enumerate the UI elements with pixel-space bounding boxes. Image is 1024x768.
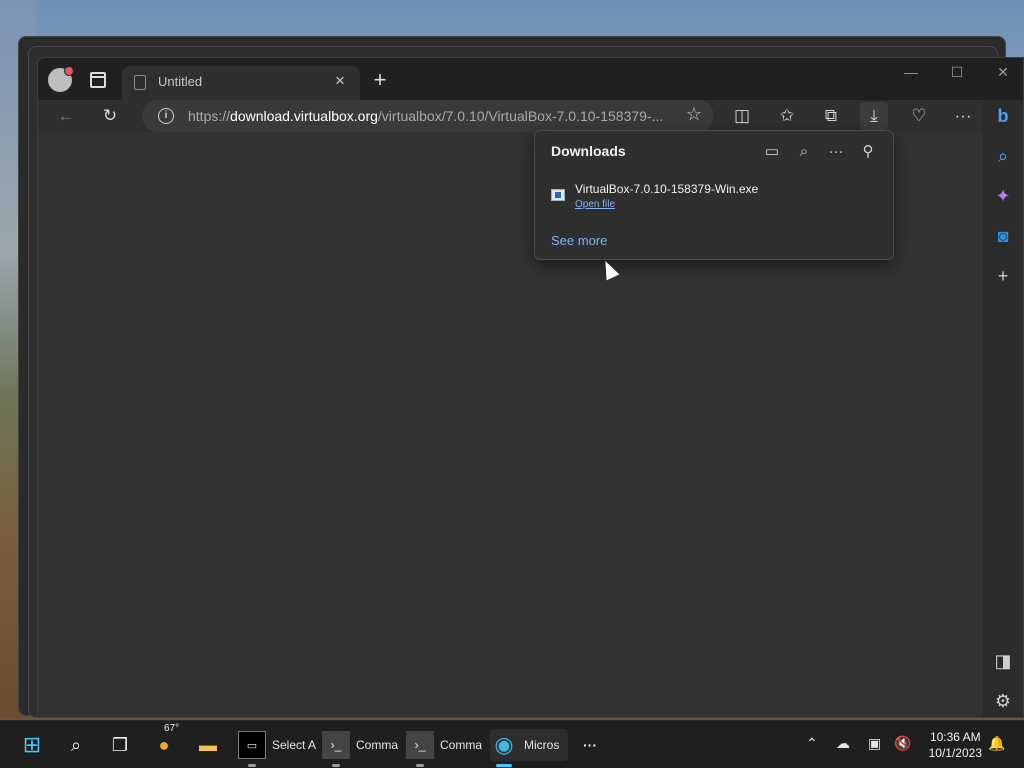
close-window-button[interactable]: ✕ — [988, 64, 1018, 81]
add-icon[interactable]: + — [987, 260, 1019, 292]
taskbar-app-command-2[interactable]: ›_ Comma — [406, 729, 483, 767]
tab-title: Untitled — [158, 74, 203, 89]
edge-icon: ◉ — [494, 732, 514, 757]
terminal-icon: ▭ — [238, 731, 266, 759]
taskbar-search-button[interactable]: ⌕ — [62, 729, 90, 761]
settings-icon[interactable]: ⚙ — [987, 685, 1019, 717]
outlook-icon[interactable]: ◙ — [987, 220, 1019, 252]
maximize-button[interactable]: ☐ — [942, 64, 972, 81]
back-icon[interactable]: ← — [52, 102, 80, 130]
task-view-button[interactable]: ❐ — [106, 729, 134, 761]
address-bar[interactable]: i https://download.virtualbox.org/virtua… — [142, 100, 714, 132]
page-icon — [134, 75, 146, 90]
refresh-icon[interactable]: ↻ — [96, 102, 124, 130]
minimize-button[interactable]: — — [896, 64, 926, 80]
url-host: download.virtualbox.org — [230, 108, 378, 124]
profile-avatar[interactable] — [48, 66, 74, 92]
downloads-title: Downloads — [551, 143, 626, 159]
taskbar-app-command-1[interactable]: ›_ Comma — [322, 729, 399, 767]
clock-time: 10:36 AM — [929, 730, 981, 744]
taskbar-app-label: Select A — [272, 738, 317, 752]
search-icon: ⌕ — [70, 734, 82, 755]
taskbar-app-select-a[interactable]: ▭ Select A — [238, 729, 317, 767]
favorite-star-icon[interactable]: ☆ — [686, 104, 702, 125]
volume-muted-icon[interactable]: 🔇 — [894, 735, 911, 752]
tab-bar: Untitled × + — ☐ ✕ — [38, 58, 1023, 100]
split-screen-icon[interactable]: ◫ — [728, 102, 756, 130]
terminal-icon: ›_ — [322, 731, 350, 759]
taskbar-app-label: Comma — [356, 738, 399, 752]
windows-logo-icon: ⊞ — [22, 732, 42, 757]
url-text: https://download.virtualbox.org/virtualb… — [188, 108, 664, 124]
clock[interactable]: 10:36 AM 10/1/2023 — [929, 729, 982, 761]
search-icon[interactable]: ⌕ — [987, 140, 1019, 172]
bing-copilot-icon[interactable]: b — [987, 100, 1019, 132]
file-explorer-button[interactable]: ▬ — [194, 729, 222, 761]
weather-sun-icon: ● — [158, 734, 170, 755]
running-indicator — [332, 764, 340, 767]
open-downloads-folder-icon[interactable]: ▭ — [759, 139, 785, 165]
running-indicator — [248, 764, 256, 767]
edge-sidebar: b ⌕ ✦ ◙ + ◨ ⚙ — [983, 100, 1023, 717]
favorites-icon[interactable]: ✩ — [773, 102, 801, 130]
running-indicator — [496, 764, 512, 767]
taskbar: ⊞ ⌕ ❐ ● 67° ▬ ▭ Select A ›_ Comma ›_ Com… — [0, 720, 1024, 768]
terminal-icon: ›_ — [406, 731, 434, 759]
browser-essentials-icon[interactable]: ♡ — [905, 102, 933, 130]
start-button[interactable]: ⊞ — [18, 729, 46, 761]
download-file-name[interactable]: VirtualBox-7.0.10-158379-Win.exe — [575, 182, 758, 196]
url-path: /virtualbox/7.0.10/VirtualBox-7.0.10-158… — [377, 108, 664, 124]
weather-widget[interactable]: ● 67° — [150, 723, 180, 761]
more-icon: ··· — [583, 737, 597, 753]
tab-close-button[interactable]: × — [330, 71, 350, 91]
see-more-link[interactable]: See more — [551, 233, 607, 248]
new-tab-button[interactable]: + — [368, 67, 392, 93]
folder-icon: ▬ — [199, 734, 217, 755]
collections-icon[interactable]: ⧉ — [817, 102, 845, 130]
more-icon[interactable]: ··· — [949, 102, 977, 130]
open-file-link[interactable]: Open file — [575, 199, 615, 210]
taskbar-app-label: Comma — [440, 738, 483, 752]
more-options-icon[interactable]: ··· — [823, 139, 849, 165]
pin-icon[interactable]: ⚲ — [855, 139, 881, 165]
search-downloads-icon[interactable]: ⌕ — [791, 139, 817, 165]
clock-date: 10/1/2023 — [928, 746, 982, 760]
installer-file-icon — [551, 189, 565, 201]
taskbar-app-label: Micros — [524, 738, 560, 752]
sidebar-toggle-icon[interactable]: ◨ — [987, 645, 1019, 677]
toolbar: ← ↻ i https://download.virtualbox.org/vi… — [38, 100, 1023, 132]
show-hidden-icons-chevron-up-icon[interactable]: ⌃ — [806, 735, 818, 752]
network-icon[interactable]: ▣ — [868, 735, 881, 752]
tab-untitled[interactable]: Untitled × — [122, 66, 360, 100]
task-view-icon: ❐ — [111, 734, 129, 755]
taskbar-app-edge[interactable]: ◉ Micros — [490, 729, 568, 767]
downloads-flyout: Downloads ▭ ⌕ ··· ⚲ VirtualBox-7.0.10-15… — [534, 130, 894, 260]
weather-temperature: 67° — [164, 723, 180, 734]
notification-bell-icon[interactable]: 🔔 — [988, 735, 1005, 752]
tab-actions-icon[interactable] — [90, 72, 106, 88]
onedrive-icon[interactable]: ☁ — [836, 735, 850, 752]
running-indicator — [416, 764, 424, 767]
info-icon[interactable]: i — [158, 108, 174, 124]
copilot-icon[interactable]: ✦ — [987, 180, 1019, 212]
taskbar-overflow-button[interactable]: ··· — [576, 729, 604, 761]
downloads-icon[interactable]: ⤓ — [860, 102, 888, 130]
